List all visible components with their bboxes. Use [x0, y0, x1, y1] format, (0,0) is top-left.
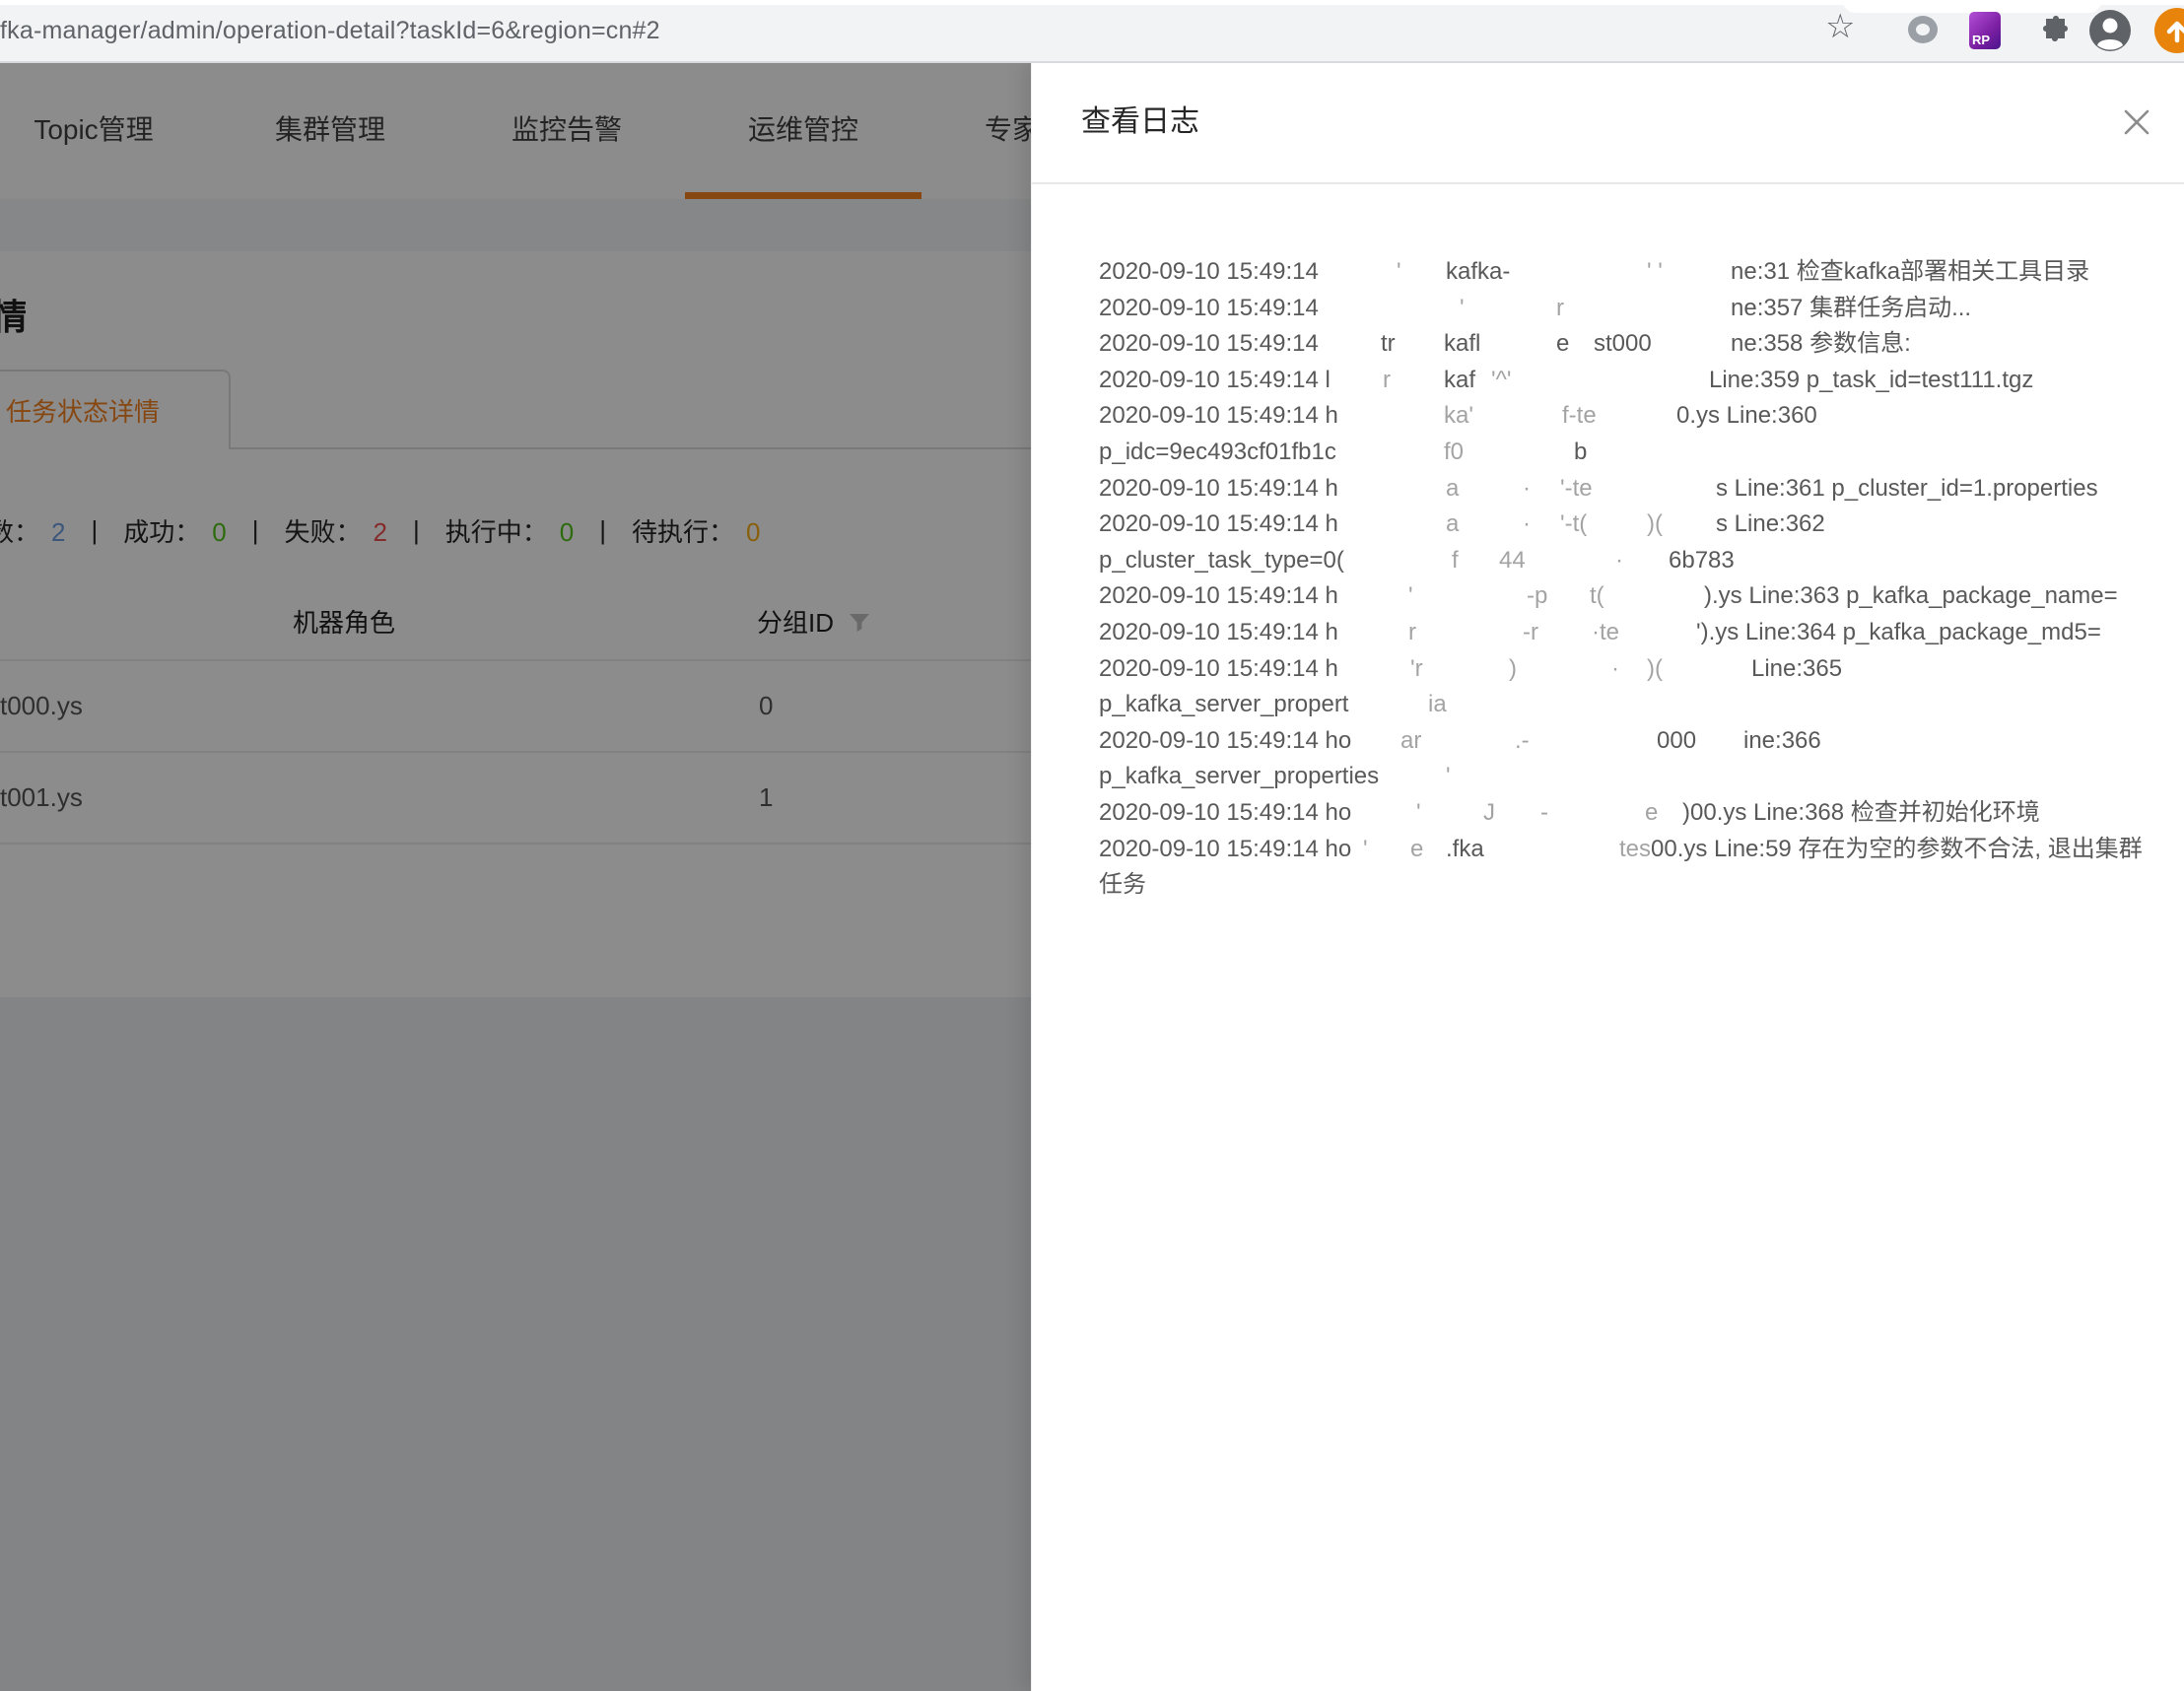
screen: fka-manager/admin/operation-detail?taskI…: [0, 0, 2184, 1691]
log-line: 2020-09-10 15:49:14 h'r)·)(Line:365: [1099, 652, 2150, 689]
log-line: 2020-09-10 15:49:14 hr-r·te').ys Line:36…: [1099, 616, 2150, 652]
log-drawer: 查看日志 2020-09-10 15:49:14'kafka-' 'ne:31 …: [1031, 61, 2184, 1691]
close-icon[interactable]: [2119, 104, 2154, 140]
browser-toolbar: fka-manager/admin/operation-detail?taskI…: [0, 0, 2184, 63]
log-line: p_cluster_task_type=0(f44·6b783: [1099, 544, 2150, 580]
drawer-body: 2020-09-10 15:49:14'kafka-' 'ne:31 检查kaf…: [1032, 184, 2184, 905]
log-line: 2020-09-10 15:49:14 lrkaf'^'Line:359 p_t…: [1099, 364, 2150, 400]
log-line: 任务: [1099, 868, 2150, 905]
log-line: p_kafka_server_properties': [1099, 760, 2150, 796]
drawer-title: 查看日志: [1081, 61, 1199, 182]
log-line: p_idc=9ec493cf01fb1cf0b: [1099, 436, 2150, 472]
log-content: 2020-09-10 15:49:14'kafka-' 'ne:31 检查kaf…: [1099, 255, 2150, 905]
log-line: 2020-09-10 15:49:14'rne:357 集群任务启动...: [1099, 292, 2150, 328]
extension-ring-icon[interactable]: [1908, 16, 1938, 43]
bookmark-star-icon[interactable]: ☆: [1825, 7, 1855, 46]
modal-mask[interactable]: [0, 61, 1031, 1691]
extensions-puzzle-icon[interactable]: [2030, 12, 2070, 56]
rp-extension-icon[interactable]: RP: [1969, 12, 2001, 49]
log-line: 2020-09-10 15:49:14 hka'f-te0.ys Line:36…: [1099, 399, 2150, 436]
log-line: p_kafka_server_propertia: [1099, 688, 2150, 724]
log-line: 2020-09-10 15:49:14 ho'e.fkates00.ys Lin…: [1099, 833, 2150, 869]
log-line: 2020-09-10 15:49:14 hoar.-000ine:366: [1099, 724, 2150, 761]
rp-extension-label: RP: [1972, 33, 1990, 47]
address-bar[interactable]: fka-manager/admin/operation-detail?taskI…: [0, 0, 660, 61]
log-line: 2020-09-10 15:49:14 ho'J-e)00.ys Line:36…: [1099, 796, 2150, 833]
log-line: 2020-09-10 15:49:14 ha·'-t()(s Line:362: [1099, 507, 2150, 544]
drawer-header: 查看日志: [1032, 61, 2184, 184]
log-line: 2020-09-10 15:49:14 ha·'-tes Line:361 p_…: [1099, 472, 2150, 508]
profile-icon[interactable]: [2087, 8, 2133, 58]
log-line: 2020-09-10 15:49:14trkaflest000ne:358 参数…: [1099, 327, 2150, 364]
update-icon[interactable]: [2154, 8, 2184, 53]
log-line: 2020-09-10 15:49:14 h'-pt().ys Line:363 …: [1099, 579, 2150, 616]
log-line: 2020-09-10 15:49:14'kafka-' 'ne:31 检查kaf…: [1099, 255, 2150, 292]
